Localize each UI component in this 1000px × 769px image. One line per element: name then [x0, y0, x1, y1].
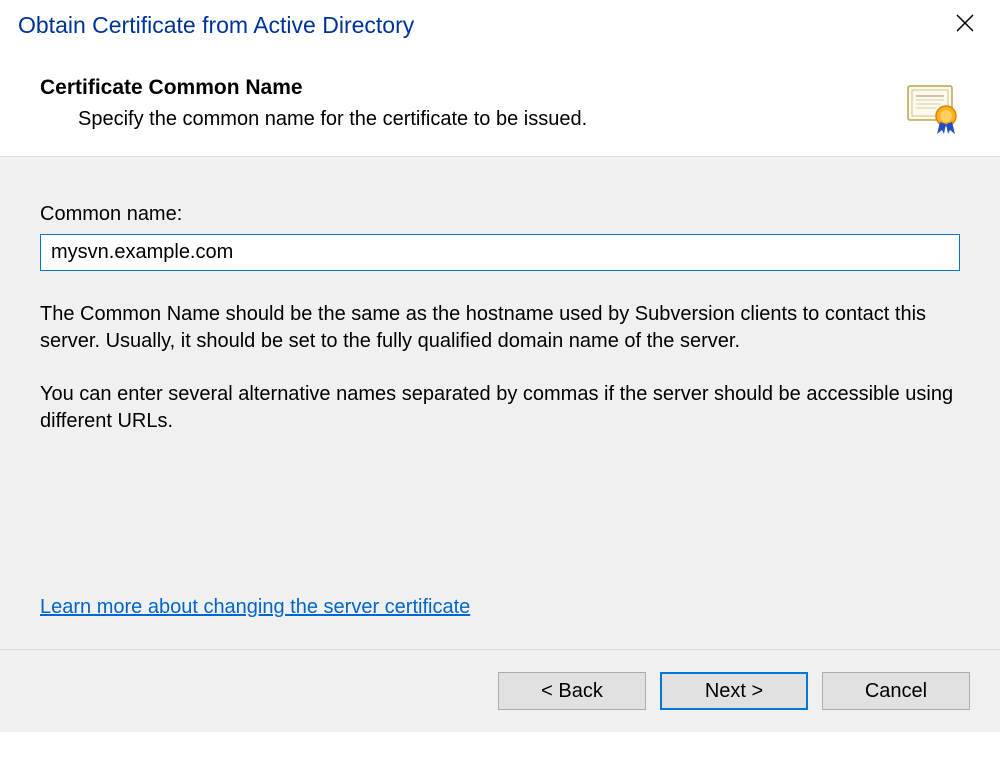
next-button[interactable]: Next >	[660, 672, 808, 710]
dialog-title: Obtain Certificate from Active Directory	[18, 12, 414, 39]
titlebar: Obtain Certificate from Active Directory	[0, 0, 1000, 58]
wizard-footer: < Back Next > Cancel	[0, 649, 1000, 732]
page-subtitle: Specify the common name for the certific…	[40, 108, 884, 131]
help-text-1: The Common Name should be the same as th…	[40, 301, 960, 355]
learn-more-link[interactable]: Learn more about changing the server cer…	[40, 596, 470, 619]
common-name-label: Common name:	[40, 203, 960, 226]
page-title: Certificate Common Name	[40, 76, 884, 100]
header-text: Certificate Common Name Specify the comm…	[40, 76, 884, 131]
help-text-2: You can enter several alternative names …	[40, 381, 960, 435]
certificate-icon	[904, 80, 960, 136]
close-icon[interactable]	[948, 10, 982, 40]
cancel-button[interactable]: Cancel	[822, 672, 970, 710]
back-button[interactable]: < Back	[498, 672, 646, 710]
wizard-content: Common name: The Common Name should be t…	[0, 157, 1000, 649]
common-name-input[interactable]	[40, 234, 960, 271]
wizard-header: Certificate Common Name Specify the comm…	[0, 58, 1000, 156]
